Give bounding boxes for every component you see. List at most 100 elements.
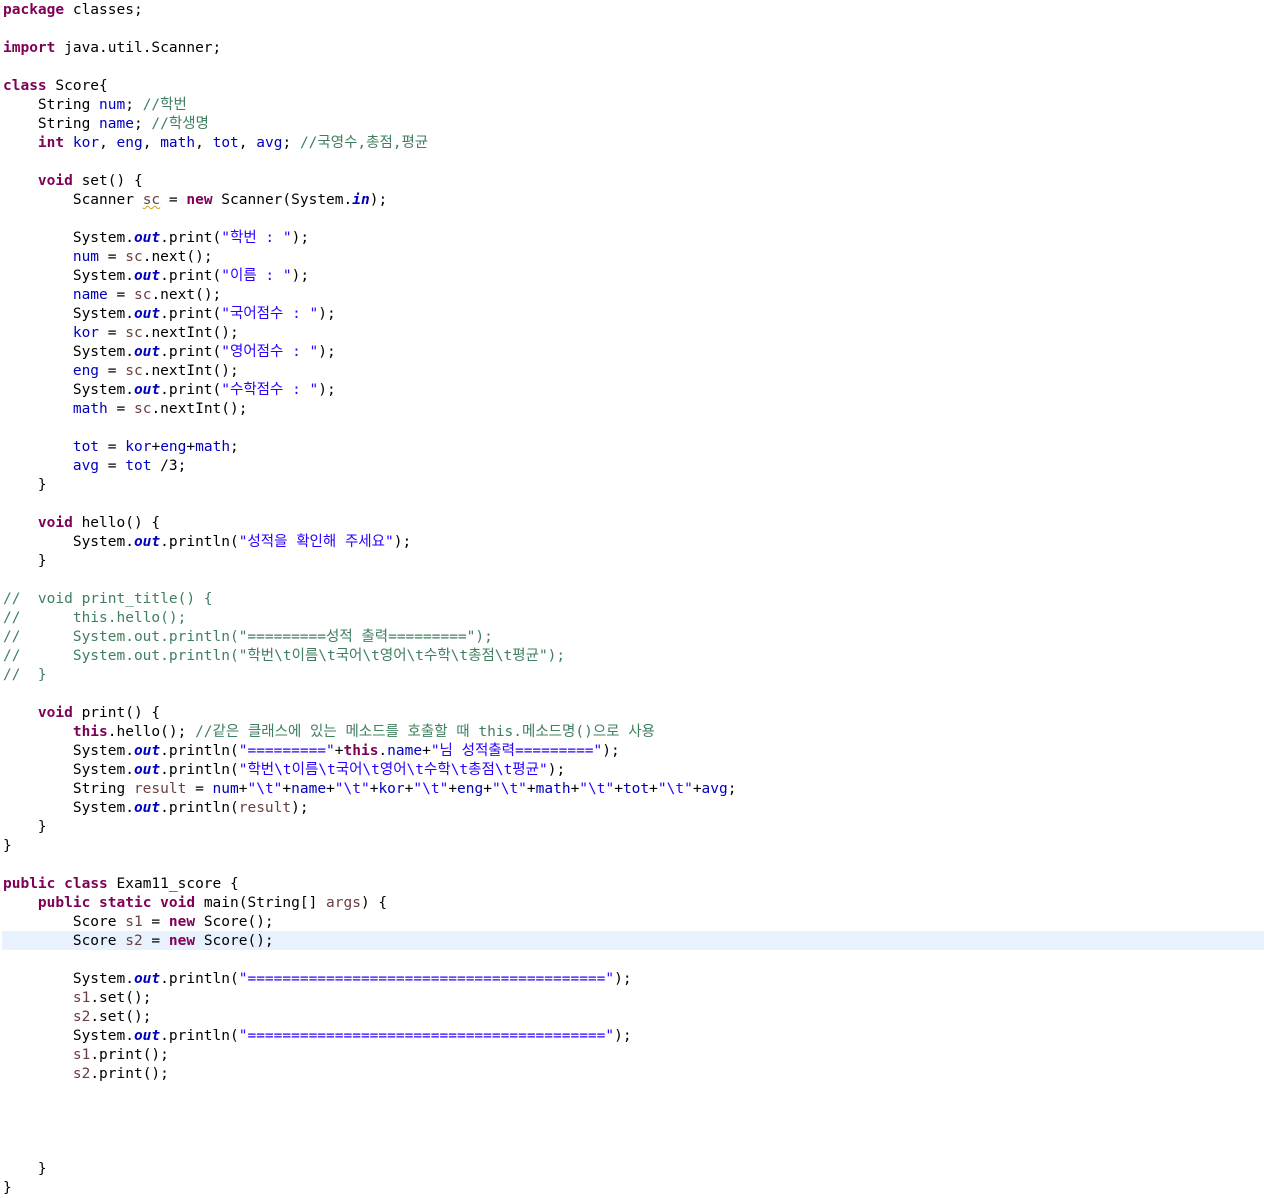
code-token: result [238,800,292,816]
code-line[interactable]: import java.util.Scanner; [3,39,221,58]
code-line[interactable]: // System.out.println("=========성적 출력===… [3,628,493,647]
code-token: . [378,743,388,759]
code-token: avg [256,135,283,151]
code-line[interactable]: public class Exam11_score { [3,875,239,894]
code-line[interactable]: void hello() { [3,514,160,533]
code-line[interactable]: name = sc.next(); [3,286,221,305]
code-token: new [186,192,213,208]
code-token: = [99,458,126,474]
code-token: + [334,743,344,759]
code-line[interactable]: s2.print(); [3,1065,169,1084]
code-token: in [352,192,370,208]
code-token: kor [72,135,100,151]
code-line[interactable]: } [3,1160,47,1179]
code-line[interactable]: String num; //학번 [3,96,187,115]
code-token: } [3,477,47,493]
code-token: "님 성적출력=========" [430,743,603,759]
code-line[interactable]: Score s2 = new Score(); [3,932,274,951]
code-line[interactable]: eng = sc.nextInt(); [3,362,239,381]
code-token: out [133,800,161,816]
code-line[interactable]: tot = kor+eng+math; [3,438,239,457]
code-token: int [37,135,65,151]
code-line[interactable]: String result = num+"\t"+name+"\t"+kor+"… [3,780,737,799]
code-line[interactable]: void set() { [3,172,143,191]
code-token: ); [291,230,310,246]
code-token: .nextInt(); [151,401,248,417]
code-line[interactable]: // } [3,666,47,685]
code-line[interactable]: s1.set(); [3,989,152,1008]
code-line[interactable]: // this.hello(); [3,609,186,628]
code-line[interactable]: System.out.println("========="+this.name… [3,742,620,761]
code-token: sc [142,192,161,208]
code-token: } [3,1161,47,1177]
code-line[interactable]: Scanner sc = new Scanner(System.in); [3,191,387,210]
code-line[interactable]: s1.print(); [3,1046,169,1065]
code-token: "=======================================… [238,1028,615,1044]
code-token: ); [547,762,566,778]
code-line[interactable]: kor = sc.nextInt(); [3,324,239,343]
code-token: eng [457,781,484,797]
code-token: math [72,401,108,417]
code-line[interactable]: System.out.print("영어점수 : "); [3,343,336,362]
code-line[interactable]: package classes; [3,1,143,20]
code-token: System. [3,382,134,398]
code-token: .print( [160,306,222,322]
code-line[interactable]: Score s1 = new Score(); [3,913,274,932]
code-token: // this.hello(); [3,610,187,626]
code-token: num [72,249,100,265]
code-line[interactable]: avg = tot /3; [3,457,187,476]
code-token: ) { [360,895,388,911]
code-line[interactable]: this.hello(); //같은 클래스에 있는 메소드를 호출할 때 th… [3,723,655,742]
code-token: //국영수,총점,평균 [299,135,429,151]
code-token: out [133,971,161,987]
code-line[interactable]: System.out.println("====================… [3,970,632,989]
code-token: String [3,97,100,113]
code-token: s2 [125,933,143,949]
code-line[interactable]: System.out.print("국어점수 : "); [3,305,336,324]
code-line[interactable]: } [3,837,12,856]
code-token: = [99,325,126,341]
code-line[interactable]: } [3,476,47,495]
code-editor[interactable]: package classes; import java.util.Scanner… [0,0,1264,1197]
code-token: void [160,895,196,911]
code-line[interactable]: num = sc.next(); [3,248,213,267]
code-line[interactable]: // System.out.println("학번\t이름\t국어\t영어\t수… [3,647,565,666]
code-token: sc [125,325,143,341]
code-line[interactable]: System.out.print("수학점수 : "); [3,381,336,400]
code-line[interactable]: } [3,1179,12,1198]
code-token: .nextInt(); [142,363,239,379]
code-token: .println( [160,743,239,759]
code-token: + [614,781,623,797]
code-line[interactable]: void print() { [3,704,160,723]
code-token: name [291,781,327,797]
code-line[interactable]: System.out.print("이름 : "); [3,267,309,286]
code-token: kor [378,781,405,797]
code-token: s2 [72,1009,91,1025]
code-token: ); [291,268,310,284]
code-line[interactable]: s2.set(); [3,1008,152,1027]
code-token: //학번 [142,97,187,113]
code-token: public [37,895,91,911]
code-token: "\t" [334,781,370,797]
code-line[interactable]: public static void main(String[] args) { [3,894,387,913]
code-token: out [133,344,161,360]
code-line[interactable]: System.out.println("성적을 확인해 주세요"); [3,533,411,552]
code-token: num [212,781,239,797]
code-line[interactable]: String name; //학생명 [3,115,209,134]
code-token: Scanner [3,192,143,208]
code-line[interactable]: } [3,818,47,837]
code-line[interactable]: // void print_title() { [3,590,213,609]
code-line[interactable]: System.out.println("학번\t이름\t국어\t영어\t수학\t… [3,761,565,780]
code-line[interactable]: } [3,552,47,571]
code-line[interactable]: int kor, eng, math, tot, avg; //국영수,총점,평… [3,134,428,153]
code-line[interactable]: class Score{ [3,77,108,96]
code-line[interactable]: math = sc.nextInt(); [3,400,248,419]
code-line[interactable]: System.out.println("====================… [3,1027,632,1046]
code-token: .next(); [142,249,213,265]
code-token: out [133,382,161,398]
code-line[interactable]: System.out.print("학번 : "); [3,229,309,248]
code-line[interactable]: System.out.println(result); [3,799,309,818]
code-token: ); [614,971,632,987]
